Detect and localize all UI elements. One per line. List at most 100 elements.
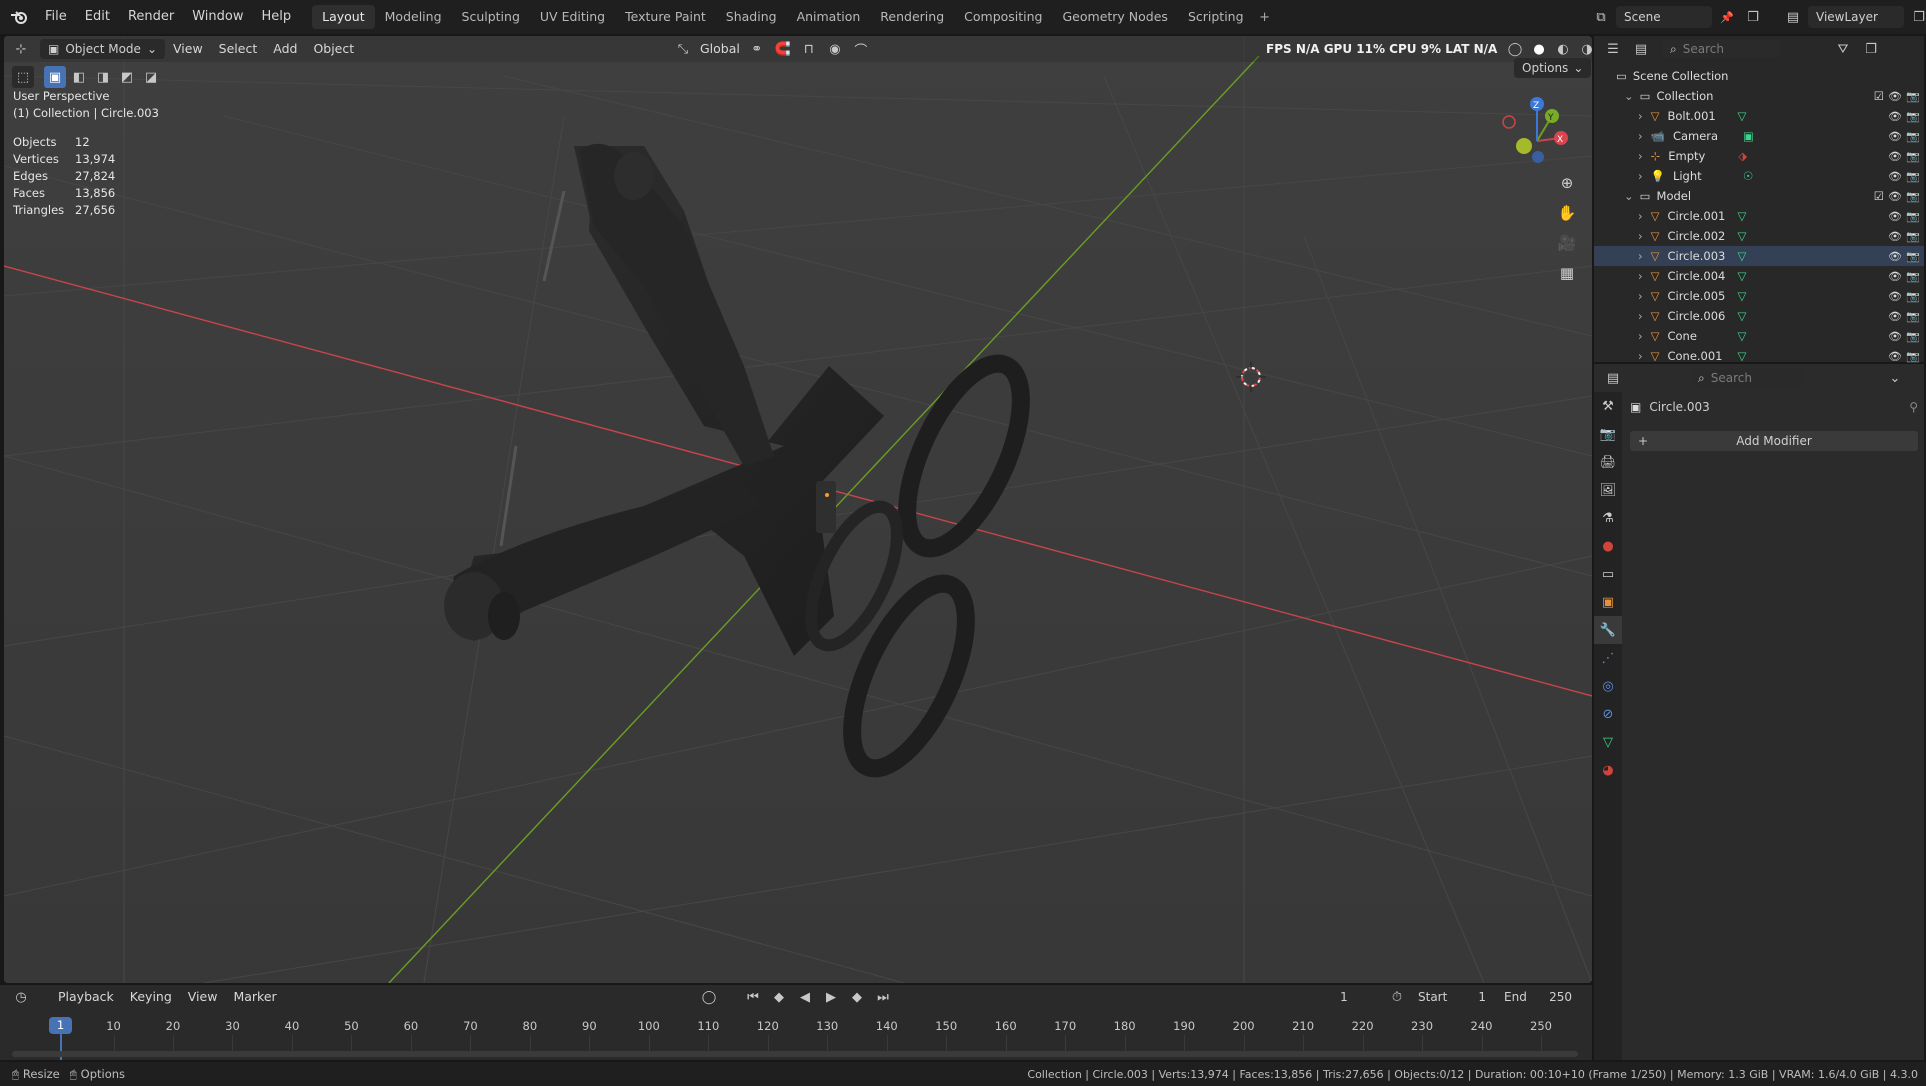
render-camera-icon[interactable]: 📷	[1906, 210, 1920, 223]
visibility-eye-icon[interactable]: 👁	[1888, 290, 1902, 303]
outliner-item[interactable]: › ▽ Circle.005 ▽ 👁 📷	[1594, 286, 1924, 306]
visibility-eye-icon[interactable]: 👁	[1888, 330, 1902, 343]
view-layer-selector[interactable]: ViewLayer	[1808, 6, 1904, 28]
outliner-item[interactable]: › ▽ Circle.004 ▽ 👁 📷	[1594, 266, 1924, 286]
object-tab-icon[interactable]: ▣	[1594, 588, 1622, 616]
preview-range-icon[interactable]: ⏱	[1386, 986, 1408, 1008]
tool-tab-icon[interactable]: ⚒	[1594, 392, 1622, 420]
chevron-right-icon[interactable]: ›	[1638, 229, 1643, 243]
visibility-eye-icon[interactable]: 👁	[1888, 90, 1902, 103]
camera-view-icon[interactable]: 🎥	[1554, 230, 1580, 256]
timeline-menu-marker[interactable]: Marker	[225, 985, 284, 1009]
pin-icon[interactable]: 📌	[1716, 6, 1738, 28]
workspace-tab-uv-editing[interactable]: UV Editing	[530, 5, 615, 29]
scene-tab-icon[interactable]: ⚗	[1594, 504, 1622, 532]
menu-select[interactable]: Select	[211, 36, 266, 62]
play-icon[interactable]: ▶	[820, 986, 842, 1008]
mesh-data-icon[interactable]: ▽	[1737, 349, 1746, 363]
auto-keying-icon[interactable]: ◯	[698, 986, 720, 1008]
chevron-right-icon[interactable]: ›	[1638, 269, 1643, 283]
outliner-item[interactable]: › 💡 Light ☉ 👁 📷	[1594, 166, 1924, 186]
render-camera-icon[interactable]: 📷	[1906, 290, 1920, 303]
zoom-icon[interactable]: ⊕	[1554, 170, 1580, 196]
render-camera-icon[interactable]: 📷	[1906, 350, 1920, 363]
current-frame-field[interactable]: 1	[1308, 988, 1380, 1006]
output-tab-icon[interactable]: 🖨	[1594, 448, 1622, 476]
chevron-down-icon[interactable]: ⌄	[1624, 89, 1634, 103]
pivot-point-icon[interactable]: ⚭	[746, 38, 768, 60]
jump-keyframe-back-icon[interactable]: ◆	[768, 986, 790, 1008]
render-camera-icon[interactable]: 📷	[1906, 110, 1920, 123]
outliner-item[interactable]: › ▽ Circle.002 ▽ 👁 📷	[1594, 226, 1924, 246]
modifier-tab-icon[interactable]: 🔧	[1594, 616, 1622, 644]
mesh-data-icon[interactable]: ▽	[1737, 289, 1746, 303]
mesh-data-icon[interactable]: ▽	[1737, 309, 1746, 323]
jump-end-icon[interactable]: ⏭	[872, 986, 894, 1008]
material-shading-icon[interactable]: ◐	[1552, 38, 1574, 60]
workspace-tab-sculpting[interactable]: Sculpting	[452, 5, 530, 29]
visibility-eye-icon[interactable]: 👁	[1888, 110, 1902, 123]
jump-keyframe-forward-icon[interactable]: ◆	[846, 986, 868, 1008]
ortho-grid-icon[interactable]: ▦	[1554, 260, 1580, 286]
material-tab-icon[interactable]: ◕	[1594, 756, 1622, 784]
timeline-ruler[interactable]: 1 10 20 30 40 50 60 70 80 90 100 110 120 130 140 150 16…	[0, 1009, 1592, 1060]
mesh-data-icon[interactable]: ▽	[1737, 209, 1746, 223]
menu-add[interactable]: Add	[265, 36, 305, 62]
render-camera-icon[interactable]: 📷	[1906, 310, 1920, 323]
snap-icon[interactable]: 🧲	[772, 38, 794, 60]
outliner-item[interactable]: › ▽ Cone.001 ▽ 👁 📷	[1594, 346, 1924, 366]
mesh-data-icon[interactable]: ▽	[1737, 329, 1746, 343]
options-dropdown[interactable]: Options ⌄	[1514, 58, 1592, 78]
outliner-item[interactable]: › ▽ Circle.006 ▽ 👁 📷	[1594, 306, 1924, 326]
render-camera-icon[interactable]: 📷	[1906, 190, 1920, 203]
render-camera-icon[interactable]: 📷	[1906, 130, 1920, 143]
pan-hand-icon[interactable]: ✋	[1554, 200, 1580, 226]
select-extend-icon[interactable]: ◧	[68, 66, 90, 88]
select-box-tool-icon[interactable]: ⬚	[12, 66, 34, 88]
visibility-eye-icon[interactable]: 👁	[1888, 310, 1902, 323]
properties-editor-icon[interactable]: ▤	[1602, 367, 1624, 389]
menu-window[interactable]: Window	[183, 0, 252, 34]
timeline-menu-keying[interactable]: Keying	[122, 985, 180, 1009]
end-frame-field[interactable]: End 250	[1496, 988, 1580, 1006]
3d-viewport[interactable]: X Y Z ⊹ ▣ Object Mode ⌄ View Select Add …	[4, 36, 1592, 983]
particles-tab-icon[interactable]: ⋰	[1594, 644, 1622, 672]
view-layer-icon[interactable]: ▤	[1782, 6, 1804, 28]
visibility-eye-icon[interactable]: 👁	[1888, 210, 1902, 223]
outliner-item[interactable]: › ⊹ Empty ⬗ 👁 📷	[1594, 146, 1924, 166]
collection-row[interactable]: ⌄ ▭ Model ☑ 👁 📷	[1594, 186, 1924, 206]
jump-start-icon[interactable]: ⏮	[742, 986, 764, 1008]
workspace-tab-rendering[interactable]: Rendering	[870, 5, 954, 29]
visibility-eye-icon[interactable]: 👁	[1888, 170, 1902, 183]
data-tab-icon[interactable]: ▽	[1594, 728, 1622, 756]
play-reverse-icon[interactable]: ◀	[794, 986, 816, 1008]
visibility-eye-icon[interactable]: 👁	[1888, 190, 1902, 203]
menu-file[interactable]: File	[36, 0, 76, 34]
render-camera-icon[interactable]: 📷	[1906, 270, 1920, 283]
view-layer-tab-icon[interactable]: 🖼	[1594, 476, 1622, 504]
outliner-item[interactable]: › 📹 Camera ▣ 👁 📷	[1594, 126, 1924, 146]
scene-icon[interactable]: ⧉	[1590, 6, 1612, 28]
chevron-right-icon[interactable]: ›	[1638, 249, 1643, 263]
menu-edit[interactable]: Edit	[76, 0, 119, 34]
chevron-right-icon[interactable]: ›	[1638, 169, 1643, 183]
outliner-editor-icon[interactable]: ☰	[1602, 38, 1624, 60]
render-tab-icon[interactable]: 📷	[1594, 420, 1622, 448]
workspace-tab-shading[interactable]: Shading	[716, 5, 787, 29]
constraints-tab-icon[interactable]: ⊘	[1594, 700, 1622, 728]
collection-tab-icon[interactable]: ▭	[1594, 560, 1622, 588]
rendered-shading-icon[interactable]: ◑	[1576, 38, 1592, 60]
blender-logo-icon[interactable]	[8, 6, 30, 28]
render-camera-icon[interactable]: 📷	[1906, 330, 1920, 343]
chevron-right-icon[interactable]: ›	[1638, 209, 1643, 223]
properties-search[interactable]: ⌕ Search	[1690, 369, 1806, 387]
solid-shading-icon[interactable]: ●	[1528, 38, 1550, 60]
render-camera-icon[interactable]: 📷	[1906, 250, 1920, 263]
menu-render[interactable]: Render	[119, 0, 183, 34]
physics-tab-icon[interactable]: ◎	[1594, 672, 1622, 700]
mesh-data-icon[interactable]: ▽	[1737, 229, 1746, 243]
workspace-tab-layout[interactable]: Layout	[312, 5, 375, 29]
timeline-menu-view[interactable]: View	[180, 985, 226, 1009]
chevron-down-icon[interactable]: ⌄	[1624, 189, 1634, 203]
select-subtract-icon[interactable]: ◨	[92, 66, 114, 88]
